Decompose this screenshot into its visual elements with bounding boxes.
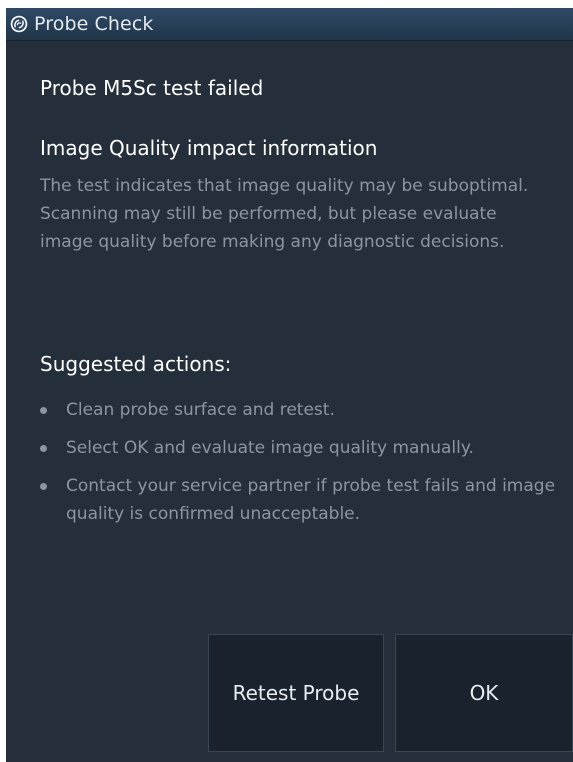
bullet-icon <box>40 445 47 452</box>
action-item: Clean probe surface and retest. <box>40 396 560 424</box>
impact-description: The test indicates that image quality ma… <box>40 172 540 256</box>
action-item: Contact your service partner if probe te… <box>40 472 560 528</box>
bullet-icon <box>40 483 47 490</box>
action-text: Contact your service partner if probe te… <box>66 476 556 524</box>
dialog-title: Probe Check <box>34 13 154 35</box>
impact-paragraph: Scanning may still be performed, but ple… <box>40 204 505 252</box>
test-status-message: Probe M5Sc test failed <box>40 76 264 100</box>
title-bar: Probe Check <box>6 8 573 41</box>
action-item: Select OK and evaluate image quality man… <box>40 434 560 462</box>
bullet-icon <box>40 407 47 414</box>
suggested-actions-list: Clean probe surface and retest. Select O… <box>40 396 560 538</box>
retest-probe-button[interactable]: Retest Probe <box>208 634 384 752</box>
action-text: Select OK and evaluate image quality man… <box>66 438 474 458</box>
suggested-actions-heading: Suggested actions: <box>40 352 232 376</box>
ge-logo-icon <box>10 15 28 33</box>
impact-paragraph: The test indicates that image quality ma… <box>40 176 529 196</box>
ok-button[interactable]: OK <box>395 634 573 752</box>
probe-check-dialog: Probe Check Probe M5Sc test failed Image… <box>6 8 573 762</box>
impact-heading: Image Quality impact information <box>40 136 378 160</box>
action-text: Clean probe surface and retest. <box>66 400 335 420</box>
